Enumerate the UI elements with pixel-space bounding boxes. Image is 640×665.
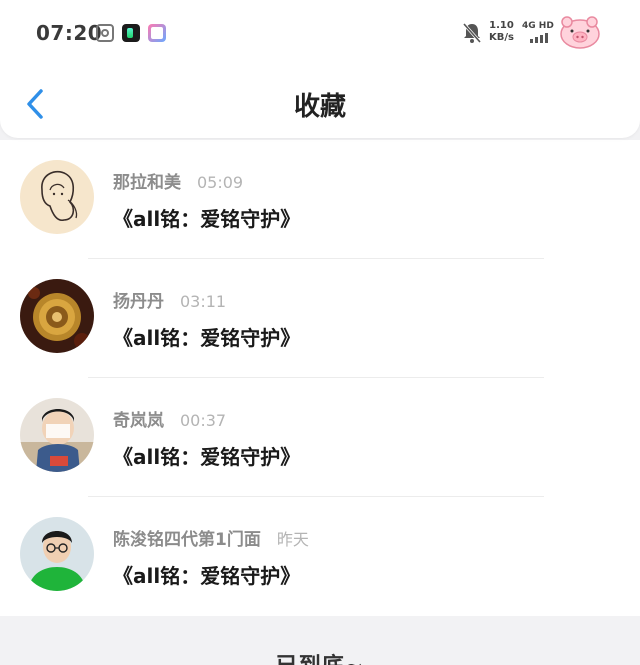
speed-unit: KB/s — [489, 32, 514, 43]
music-app-icon — [122, 24, 140, 42]
page-title: 收藏 — [293, 92, 346, 122]
header: 07:20 1.10 KB/s 4G HD 收藏 — [0, 0, 640, 138]
end-of-list-text: 已到底~ — [0, 648, 640, 665]
author-name: 奇岚岚 — [113, 411, 164, 431]
author-name: 陈浚铭四代第1门面 — [113, 530, 261, 550]
author-name: 那拉和美 — [113, 173, 181, 193]
gallery-app-icon — [148, 24, 166, 42]
status-time: 07:20 — [36, 21, 103, 45]
favorite-title: 《all铭：爱铭守护》 — [113, 445, 301, 469]
favorite-time: 03:11 — [180, 292, 227, 311]
favorite-author: 那拉和美 05:09 — [113, 168, 243, 193]
network-speed: 1.10 KB/s — [489, 20, 514, 44]
favorite-time: 05:09 — [197, 173, 244, 192]
favorite-author: 奇岚岚 00:37 — [113, 406, 226, 431]
list-item[interactable]: 那拉和美 05:09 《all铭：爱铭守护》 — [0, 140, 640, 259]
favorite-author: 陈浚铭四代第1门面 昨天 — [113, 525, 309, 550]
favorites-list: 那拉和美 05:09 《all铭：爱铭守护》 扬丹丹 03:11 《all铭：爱… — [0, 140, 640, 616]
mute-bell-icon — [462, 23, 482, 43]
list-item[interactable]: 奇岚岚 00:37 《all铭：爱铭守护》 — [0, 378, 640, 497]
favorite-title: 《all铭：爱铭守护》 — [113, 326, 301, 350]
favorite-title: 《all铭：爱铭守护》 — [113, 564, 301, 588]
avatar — [20, 279, 94, 353]
favorite-author: 扬丹丹 03:11 — [113, 287, 226, 312]
signal-icon — [530, 33, 548, 43]
list-item[interactable]: 陈浚铭四代第1门面 昨天 《all铭：爱铭守护》 — [0, 497, 640, 616]
favorites-page: 07:20 1.10 KB/s 4G HD 收藏 那拉和美 05:09 《all… — [0, 0, 640, 665]
list-item[interactable]: 扬丹丹 03:11 《all铭：爱铭守护》 — [0, 259, 640, 378]
author-name: 扬丹丹 — [113, 292, 164, 312]
speed-value: 1.10 — [489, 20, 514, 31]
favorite-time: 昨天 — [276, 530, 309, 549]
network-type: 4G HD — [522, 21, 554, 31]
scissors-app-icon — [96, 24, 114, 42]
avatar — [20, 398, 94, 472]
favorite-time: 00:37 — [180, 411, 227, 430]
favorite-title: 《all铭：爱铭守护》 — [113, 207, 301, 231]
list-footer: 已到底~ — [0, 618, 640, 665]
avatar — [20, 517, 94, 591]
avatar — [20, 160, 94, 234]
pig-sticker-icon — [560, 16, 600, 49]
